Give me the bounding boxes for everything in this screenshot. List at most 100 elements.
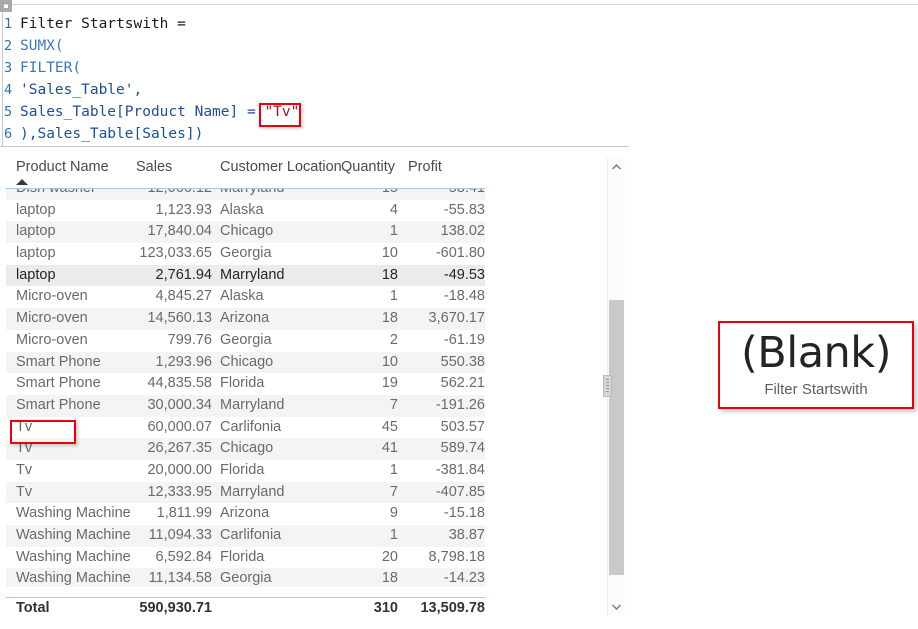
table-row[interactable]: Washing Machine 11,134.58 Georgia 18 -14.23 — [6, 568, 485, 587]
cell-quantity[interactable]: 10 — [336, 243, 398, 265]
table-row[interactable]: laptop 123,033.65 Georgia 10 -601.80 — [6, 243, 485, 265]
cell-quantity[interactable]: 10 — [336, 352, 398, 374]
cell-sales[interactable]: 14,560.13 — [96, 308, 212, 330]
cell-product-name[interactable]: laptop — [16, 243, 56, 265]
cell-profit[interactable]: -55.83 — [404, 200, 485, 222]
cell-customer-location[interactable]: Georgia — [220, 330, 272, 352]
cell-quantity[interactable]: 18 — [336, 265, 398, 287]
cell-quantity[interactable]: 7 — [336, 395, 398, 417]
cell-product-name[interactable]: Smart Phone — [16, 373, 101, 395]
cell-product-name[interactable]: Smart Phone — [16, 352, 101, 374]
cell-product-name[interactable]: Micro-oven — [16, 308, 88, 330]
cell-sales[interactable]: 44,835.58 — [96, 373, 212, 395]
cell-product-name[interactable]: Tv — [16, 482, 32, 504]
cell-customer-location[interactable]: Carlifonia — [220, 525, 281, 547]
table-row[interactable]: Washing Machine 11,094.33 Carlifonia 1 38.87 — [6, 525, 485, 547]
cell-sales[interactable]: 1,123.93 — [96, 200, 212, 222]
table-row[interactable]: Smart Phone 44,835.58 Florida 19 562.21 — [6, 373, 485, 395]
sort-ascending-icon[interactable] — [16, 179, 28, 185]
dax-formula-editor[interactable]: 1 Filter Startswith = 2 SUMX(3 FILTER(4 'Sale… — [0, 5, 629, 147]
cell-quantity[interactable]: 9 — [336, 503, 398, 525]
cell-sales[interactable]: 12,066.12 — [96, 189, 212, 200]
dax-line-6[interactable]: 6),Sales_Table[Sales]) — [4, 123, 203, 145]
cell-quantity[interactable]: 20 — [336, 547, 398, 569]
cell-customer-location[interactable]: Georgia — [220, 568, 272, 587]
cell-customer-location[interactable]: Marryland — [220, 395, 284, 417]
cell-profit[interactable]: 8,798.18 — [404, 547, 485, 569]
cell-sales[interactable]: 12,333.95 — [96, 482, 212, 504]
dax-line-3[interactable]: 3 FILTER( — [4, 57, 81, 79]
cell-quantity[interactable]: 1 — [336, 221, 398, 243]
card-visual[interactable]: (Blank) Filter Startswith — [718, 321, 914, 409]
dax-line-5[interactable]: 5 Sales_Table[Product Name] = "Tv" — [4, 101, 299, 123]
cell-profit[interactable]: 38.87 — [404, 525, 485, 547]
cell-customer-location[interactable]: Chicago — [220, 352, 273, 374]
scrollbar-resize-grip[interactable] — [603, 375, 612, 397]
column-header-quantity[interactable]: Quantity — [341, 155, 395, 182]
cell-product-name[interactable]: Micro-oven — [16, 330, 88, 352]
cell-profit[interactable]: -14.23 — [404, 568, 485, 587]
table-row[interactable]: Tv 60,000.07 Carlifonia 45 503.57 — [6, 417, 485, 439]
cell-customer-location[interactable]: Marryland — [220, 265, 284, 287]
cell-quantity[interactable]: 45 — [336, 417, 398, 439]
cell-product-name[interactable]: laptop — [16, 200, 56, 222]
cell-profit[interactable]: -61.19 — [404, 330, 485, 352]
table-row[interactable]: Micro-oven 4,845.27 Alaska 1 -18.48 — [6, 286, 485, 308]
dax-line-4[interactable]: 4 'Sales_Table', — [4, 79, 142, 101]
cell-sales[interactable]: 2,761.94 — [96, 265, 212, 287]
cell-sales[interactable]: 26,267.35 — [96, 438, 212, 460]
cell-sales[interactable]: 11,094.33 — [96, 525, 212, 547]
cell-sales[interactable]: 1,293.96 — [96, 352, 212, 374]
table-visual[interactable]: Product Name Sales Customer Location Qua… — [6, 155, 628, 617]
table-row[interactable]: Dish washer12,066.12 Marryland 15 58.41 — [6, 189, 485, 200]
table-row[interactable]: Smart Phone 30,000.34 Marryland 7 -191.26 — [6, 394, 485, 417]
cell-quantity[interactable]: 2 — [336, 330, 398, 352]
cell-quantity[interactable]: 4 — [336, 200, 398, 222]
column-header-sales[interactable]: Sales — [136, 155, 172, 182]
cell-customer-location[interactable]: Florida — [220, 460, 264, 482]
cell-product-name[interactable]: laptop — [16, 221, 56, 243]
table-row[interactable]: Washing Machine 1,811.99 Arizona 9 -15.18 — [6, 503, 485, 525]
cell-customer-location[interactable]: Chicago — [220, 438, 273, 460]
cell-quantity[interactable]: 1 — [336, 525, 398, 547]
cell-customer-location[interactable]: Florida — [220, 373, 264, 395]
cell-sales[interactable]: 4,845.27 — [96, 286, 212, 308]
cell-product-name[interactable]: laptop — [16, 265, 56, 287]
cell-customer-location[interactable]: Carlifonia — [220, 417, 281, 439]
table-row[interactable]: Smart Phone 1,293.96 Chicago 10 550.38 — [6, 351, 485, 374]
dax-line-1[interactable]: 1 Filter Startswith = — [4, 13, 186, 35]
cell-profit[interactable]: -601.80 — [404, 243, 485, 265]
cell-customer-location[interactable]: Marryland — [220, 482, 284, 504]
cell-profit[interactable]: -381.84 — [404, 460, 485, 482]
cell-customer-location[interactable]: Florida — [220, 547, 264, 569]
cell-customer-location[interactable]: Marryland — [220, 189, 284, 200]
cell-customer-location[interactable]: Chicago — [220, 221, 273, 243]
cell-quantity[interactable]: 7 — [336, 482, 398, 504]
cell-profit[interactable]: 562.21 — [404, 373, 485, 395]
cell-profit[interactable]: 58.41 — [404, 189, 485, 200]
column-header-profit[interactable]: Profit — [408, 155, 442, 182]
table-rows-viewport[interactable]: Dish washer12,066.12Marryland1558.41lapt… — [6, 189, 606, 587]
cell-sales[interactable]: 60,000.07 — [96, 417, 212, 439]
table-row[interactable]: laptop 2,761.94 Marryland 18 -49.53 — [6, 264, 485, 287]
cell-sales[interactable]: 20,000.00 — [96, 460, 212, 482]
cell-quantity[interactable]: 19 — [336, 373, 398, 395]
cell-profit[interactable]: 503.57 — [404, 417, 485, 439]
cell-sales[interactable]: 1,811.99 — [96, 503, 212, 525]
table-row[interactable]: Tv 26,267.35 Chicago 41 589.74 — [6, 438, 485, 460]
cell-profit[interactable]: 589.74 — [404, 438, 485, 460]
cell-profit[interactable]: -18.48 — [404, 286, 485, 308]
column-header-product-name[interactable]: Product Name — [16, 155, 109, 182]
cell-quantity[interactable]: 1 — [336, 460, 398, 482]
cell-product-name[interactable]: Tv — [16, 460, 32, 482]
cell-quantity[interactable]: 18 — [336, 568, 398, 587]
cell-product-name[interactable]: Micro-oven — [16, 286, 88, 308]
cell-customer-location[interactable]: Alaska — [220, 200, 264, 222]
cell-profit[interactable]: -191.26 — [404, 395, 485, 417]
column-header-customer-location[interactable]: Customer Location — [220, 155, 342, 182]
table-row[interactable]: Washing Machine 6,592.84 Florida 20 8,798.18 — [6, 547, 485, 569]
table-row[interactable]: Tv 12,333.95 Marryland 7 -407.85 — [6, 481, 485, 504]
cell-profit[interactable]: -15.18 — [404, 503, 485, 525]
scrollbar-thumb[interactable] — [609, 300, 624, 575]
cell-sales[interactable]: 30,000.34 — [96, 395, 212, 417]
